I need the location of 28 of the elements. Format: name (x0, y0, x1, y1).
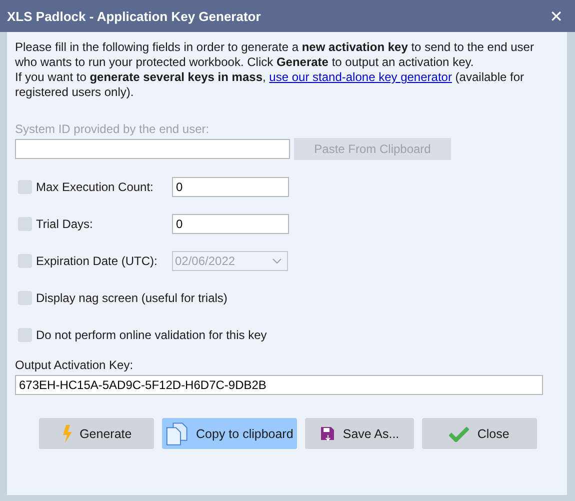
key-generator-link[interactable]: use our stand-alone key generator (269, 70, 452, 84)
window-title: XLS Padlock - Application Key Generator (7, 8, 261, 24)
output-key-label: Output Activation Key: (15, 358, 134, 372)
chevron-down-icon (272, 258, 282, 264)
copy-button[interactable]: Copy to clipboard (162, 418, 298, 449)
checkbox[interactable] (18, 328, 32, 342)
option-label: Display nag screen (useful for trials) (36, 291, 228, 305)
checkbox[interactable] (18, 180, 32, 194)
number-field[interactable]: 0 (172, 177, 289, 197)
option-label: Trial Days: (36, 217, 94, 231)
save-button[interactable]: Save As... (305, 418, 414, 449)
copy-icon (166, 420, 188, 446)
lightning-bolt-icon (62, 424, 72, 442)
number-field[interactable]: 0 (172, 214, 289, 234)
instructions-text: Please fill in the following fields in order to generate a new activation key to send to the end user who wants to run your protected workbook. Click Generate to output an activation key. If you want to generate several keys in mass, use our stand-alone key generator (available for registered users only). (15, 40, 535, 100)
option-label: Do not perform online validation for this key (36, 328, 267, 342)
close-button[interactable]: ✕ (546, 6, 567, 26)
system-id-field[interactable] (15, 139, 290, 159)
system-id-label: System ID provided by the end user: (15, 122, 210, 136)
option-label: Max Execution Count: (36, 180, 154, 194)
checkbox[interactable] (18, 217, 32, 231)
checkbox[interactable] (18, 254, 32, 268)
activation-key-field[interactable]: 673EH-HC15A-5AD9C-5F12D-H6D7C-9DB2B (15, 375, 543, 395)
close-button[interactable]: Close (422, 418, 537, 449)
checkbox[interactable] (18, 291, 32, 305)
option-label: Expiration Date (UTC): (36, 254, 158, 268)
checkmark-icon (449, 426, 470, 442)
generate-button[interactable]: Generate (39, 418, 154, 449)
